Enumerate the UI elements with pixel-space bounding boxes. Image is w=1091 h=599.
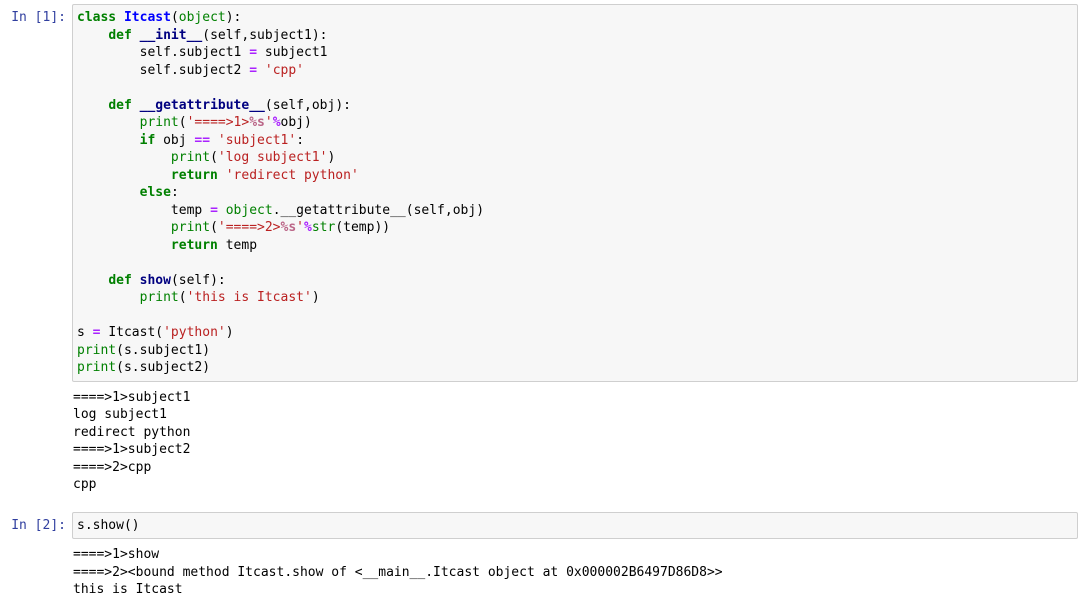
output-prompt-cell-1 [0, 388, 72, 393]
code-cell-1[interactable]: In [1]: class Itcast(object): def __init… [0, 4, 1091, 382]
code-line: else: [139, 185, 179, 200]
output-line: cpp [73, 477, 97, 492]
output-prompt-cell-2 [0, 545, 72, 550]
input-prompt-cell-1: In [1]: [11, 10, 66, 25]
code-line: print('log subject1') [170, 150, 336, 165]
code-line: def show(self): [108, 272, 226, 288]
output-line: log subject1 [73, 407, 167, 422]
code-line: self.subject2 = 'cpp' [139, 62, 305, 78]
code-line: print(s.subject1) [77, 342, 211, 358]
code-line: def __init__(self,subject1): [108, 27, 328, 43]
code-line: print('====>1>%s'%obj) [139, 115, 312, 130]
code-line: print('====>2>%s'%str(temp)) [170, 220, 391, 235]
output-line: ====>1>subject1 [73, 389, 191, 405]
code-editor-cell-1[interactable]: class Itcast(object): def __init__(self,… [72, 4, 1078, 382]
code-line: if obj == 'subject1': [139, 132, 305, 148]
code-line: s = Itcast('python') [77, 325, 234, 340]
input-prompt-cell-2: In [2]: [11, 517, 66, 533]
output-line: ====>1>subject2 [73, 442, 191, 457]
output-line: ====>1>show [73, 547, 160, 562]
code-line: self.subject1 = subject1 [139, 45, 328, 60]
output-line: ====>2>cpp [73, 459, 152, 475]
output-line: redirect python [73, 424, 191, 440]
stdout-stream-cell-2: ====>1>show ====>2><bound method Itcast.s… [72, 545, 1078, 599]
code-line: print(s.subject2) [77, 360, 211, 375]
code-line: return 'redirect python' [170, 167, 359, 183]
output-cell-1: ====>1>subject1 log subject1 redirect pyth… [0, 388, 1091, 494]
output-line: this is Itcast [73, 582, 183, 597]
notebook-container: In [1]: class Itcast(object): def __init… [0, 0, 1091, 599]
code-line: return temp [170, 237, 258, 253]
code-line: s.show() [77, 517, 140, 533]
output-area-cell-2: ====>1>show ====>2><bound method Itcast.s… [72, 545, 1091, 599]
output-line: ====>2><bound method Itcast.show of <__m… [73, 564, 723, 580]
code-line: temp = object.__getattribute__(self,obj) [170, 202, 485, 218]
code-line: print('this is Itcast') [139, 290, 320, 305]
code-line: class Itcast(object): [77, 10, 242, 25]
code-cell-2[interactable]: In [2]: s.show() [0, 511, 1091, 539]
stdout-stream-cell-1: ====>1>subject1 log subject1 redirect pyth… [72, 388, 1078, 494]
code-editor-cell-2[interactable]: s.show() [72, 511, 1078, 539]
output-area-cell-1: ====>1>subject1 log subject1 redirect pyth… [72, 388, 1091, 494]
code-line: def __getattribute__(self,obj): [108, 97, 351, 113]
input-area-cell-2[interactable]: s.show() [72, 511, 1091, 539]
input-area-cell-1[interactable]: class Itcast(object): def __init__(self,… [72, 4, 1091, 382]
output-cell-2: ====>1>show ====>2><bound method Itcast.s… [0, 545, 1091, 599]
